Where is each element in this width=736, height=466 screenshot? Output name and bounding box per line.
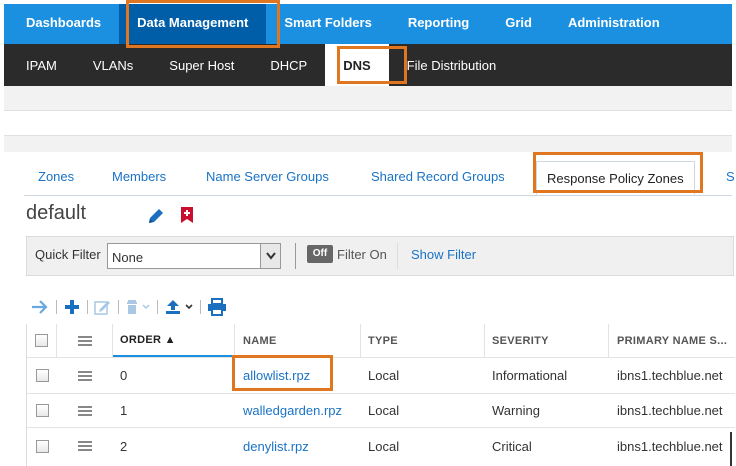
tab-more[interactable]: S [726,160,735,194]
cell-name: walledgarden.rpz [235,394,361,427]
row-checkbox-cell [27,428,57,464]
table-header: ORDER ▲ NAME TYPE SEVERITY PRIMARY NAME … [27,324,735,358]
nav-reporting[interactable]: Reporting [390,4,487,44]
column-header-type[interactable]: TYPE [361,324,485,357]
cell-name: allowlist.rpz [235,358,361,393]
row-menu-icon[interactable] [78,405,92,416]
cell-severity: Informational [492,368,568,383]
table-row[interactable]: 1 walledgarden.rpz Local Warning ibns1.t… [27,394,735,428]
row-checkbox-cell [27,358,57,393]
quick-filter-bar: Quick Filter None Off Filter On Show Fil… [26,236,734,276]
divider [295,243,296,269]
tab-name-server-groups[interactable]: Name Server Groups [206,160,329,194]
subnav-ipam[interactable]: IPAM [4,44,75,86]
add-icon[interactable] [63,297,81,317]
cell-primary-name-server: ibns1.techblue.net [617,403,723,418]
edit-icon[interactable] [146,206,166,226]
divider [87,300,88,314]
page-title: default [26,202,87,224]
row-menu-cell [57,394,113,427]
nav-data-management[interactable]: Data Management [119,4,267,44]
nav-administration[interactable]: Administration [550,4,678,44]
print-icon[interactable] [207,297,227,317]
divider [200,300,201,314]
row-checkbox[interactable] [35,439,49,453]
breadcrumb-band [4,86,732,110]
sub-navigation: IPAM VLANs Super Host DHCP DNS File Dist… [4,44,732,86]
tab-response-policy-zones[interactable]: Response Policy Zones [536,161,695,195]
bookmark-icon[interactable] [180,206,194,224]
zone-link[interactable]: allowlist.rpz [243,368,310,383]
upload-icon[interactable] [164,297,194,317]
show-filter-link[interactable]: Show Filter [411,247,476,262]
cell-severity: Warning [492,403,540,418]
row-checkbox[interactable] [35,369,49,382]
table-row[interactable]: 0 allowlist.rpz Local Informational ibns… [27,358,735,394]
tab-members[interactable]: Members [112,160,166,194]
zone-link[interactable]: denylist.rpz [243,439,309,454]
quick-filter-select[interactable]: None [107,243,281,269]
column-header-primary-name-server[interactable]: PRIMARY NAME S... [609,324,735,357]
filter-on-label: Filter On [337,247,387,262]
select-all-checkbox-cell [27,324,57,357]
quick-filter-value: None [112,250,144,265]
cell-type: Local [368,403,400,418]
cell-name: denylist.rpz [235,428,361,464]
row-menu-cell [57,428,113,464]
cell-order: 1 [120,403,128,418]
cell-severity: Critical [492,438,532,454]
cell-type: Local [368,368,400,383]
column-menu-cell [57,324,113,357]
subnav-vlans[interactable]: VLANs [75,44,151,86]
edit-disabled-icon[interactable] [94,297,112,317]
subnav-super-host[interactable]: Super Host [151,44,252,86]
table-toolbar [30,296,227,318]
top-navigation: Dashboards Data Management Smart Folders… [4,4,732,44]
arrow-right-icon[interactable] [30,297,50,317]
window-edge [730,432,732,466]
zone-link[interactable]: walledgarden.rpz [243,403,342,418]
row-menu-icon[interactable] [78,441,92,451]
dns-tabs: Zones Members Name Server Groups Shared … [24,160,735,196]
subnav-dhcp[interactable]: DHCP [252,44,325,86]
nav-grid[interactable]: Grid [487,4,550,44]
column-header-order[interactable]: ORDER ▲ [113,324,235,357]
cell-order: 0 [120,368,128,383]
table-row[interactable]: 2 denylist.rpz Local Critical ibns1.tech… [27,428,735,464]
filter-toggle[interactable]: Off [307,245,333,263]
menu-icon[interactable] [77,335,92,346]
tab-shared-record-groups[interactable]: Shared Record Groups [371,160,505,194]
divider [397,243,398,269]
divider [118,300,119,314]
delete-icon[interactable] [125,297,151,317]
cell-type: Local [368,438,400,454]
divider [56,300,57,314]
tab-zones[interactable]: Zones [38,160,74,194]
toolbar-band [4,110,732,136]
nav-smart-folders[interactable]: Smart Folders [266,4,389,44]
column-header-name[interactable]: NAME [235,324,361,357]
select-all-checkbox[interactable] [35,334,48,347]
row-checkbox[interactable] [35,404,49,417]
cell-primary-name-server: ibns1.techblue.net [617,368,723,383]
rpz-table: ORDER ▲ NAME TYPE SEVERITY PRIMARY NAME … [26,324,735,466]
subnav-file-distribution[interactable]: File Distribution [389,44,515,86]
quick-filter-label: Quick Filter [35,247,101,262]
divider [157,300,158,314]
cell-primary-name-server: ibns1.techblue.net [617,438,723,454]
row-checkbox-cell [27,394,57,427]
subnav-dns[interactable]: DNS [325,44,389,86]
row-menu-icon[interactable] [78,370,92,381]
cell-order: 2 [120,438,128,454]
content-band [4,136,732,152]
chevron-down-icon[interactable] [260,244,280,268]
column-header-severity[interactable]: SEVERITY [485,324,609,357]
row-menu-cell [57,358,113,393]
nav-dashboards[interactable]: Dashboards [4,4,119,44]
